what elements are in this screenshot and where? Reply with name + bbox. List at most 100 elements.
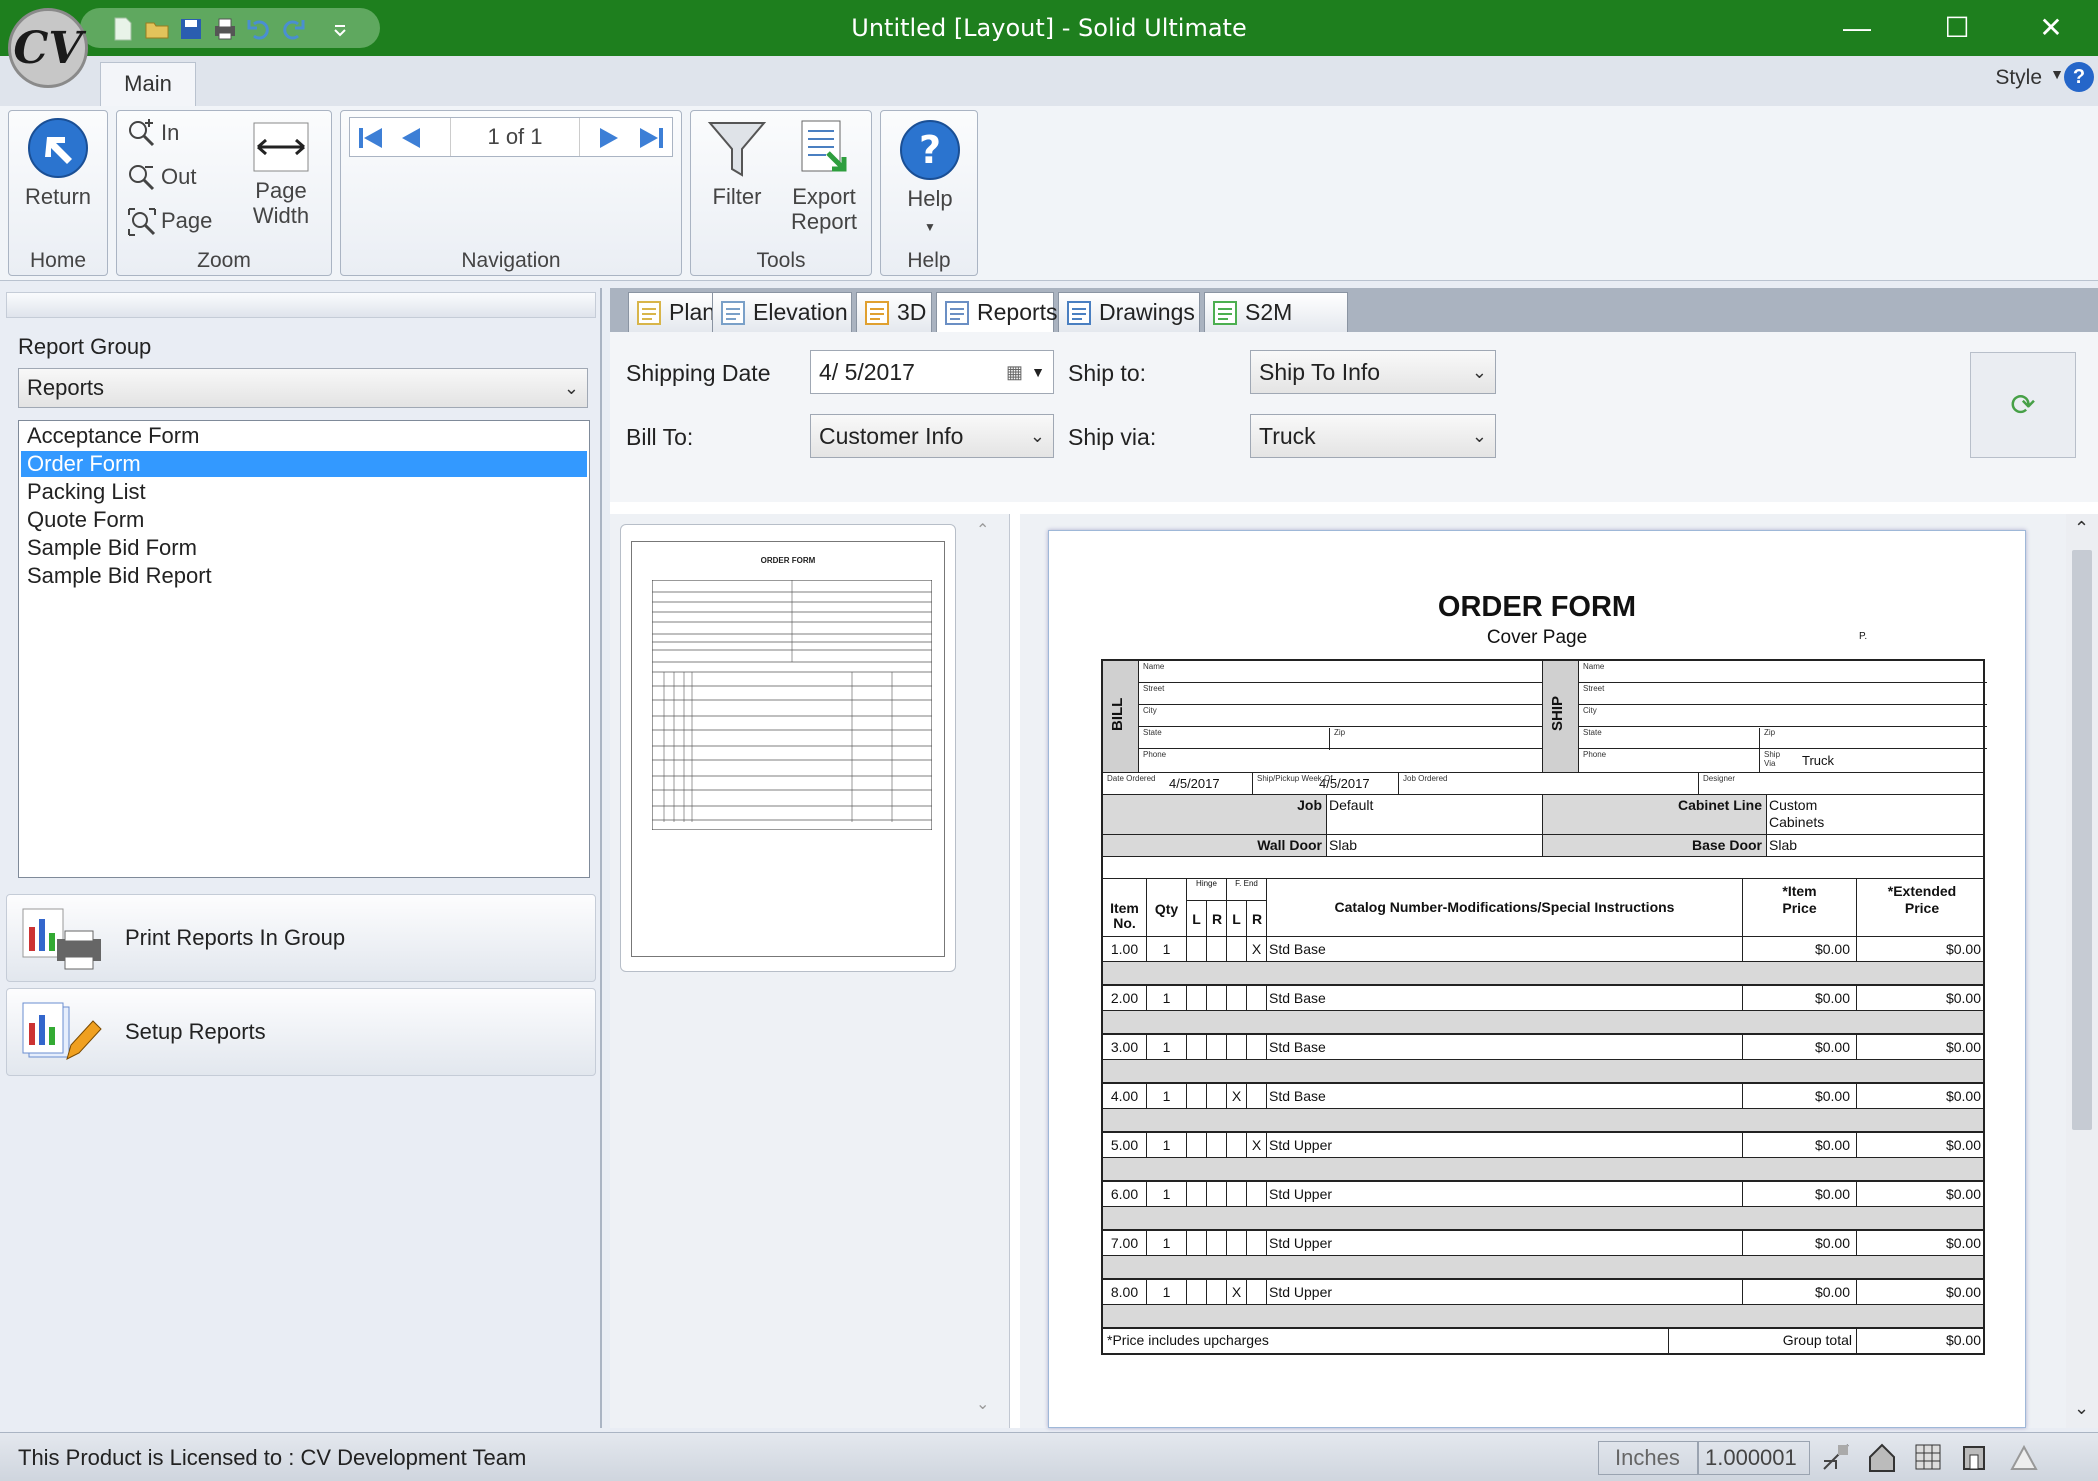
print-reports-in-group-button[interactable]: Print Reports In Group <box>6 894 596 982</box>
chevron-down-icon[interactable]: ▼ <box>1031 351 1045 393</box>
setup-reports-button[interactable]: Setup Reports <box>6 988 596 1076</box>
title-bar: Untitled [Layout] - Solid Ultimate — ☐ ✕ <box>0 0 2098 56</box>
item-cell-fl <box>1227 1231 1247 1255</box>
help-button[interactable]: ? Help ▼ <box>887 119 973 240</box>
group-label-home: Home <box>29 249 87 272</box>
ribbon-group-home: Return Home <box>8 110 108 276</box>
item-cell-fr: X <box>1247 1133 1267 1157</box>
export-report-button[interactable]: Export Report <box>781 119 867 234</box>
zoom-in-button[interactable]: In <box>127 117 179 149</box>
ribbon-group-navigation: 1 of 1 Navigation <box>340 110 682 276</box>
page-thumbnail[interactable]: ORDER FORM <box>620 524 956 972</box>
job-row: Job Default Cabinet Line Custom Cabinets <box>1103 795 1983 835</box>
item-cell-no: 3.00 <box>1103 1035 1147 1059</box>
item-cell-hr <box>1207 986 1227 1010</box>
item-cell-hr <box>1207 1035 1227 1059</box>
maximize-icon[interactable]: ☐ <box>1922 0 1992 56</box>
item-cell-ext: $0.00 <box>1945 1088 1981 1104</box>
scale-field[interactable]: 1.000001 <box>1698 1441 1810 1475</box>
item-detail-row <box>1103 1158 1983 1182</box>
chevron-down-icon: ⌄ <box>1471 426 1487 446</box>
ribbon-group-help: ? Help ▼ Help <box>880 110 978 276</box>
elevation-icon <box>721 301 745 325</box>
bill-section-label: BILL <box>1103 661 1139 772</box>
page-width-button[interactable]: Page Width <box>237 121 325 228</box>
order-form-table: BILL Name Street City State Zip Phone SHI… <box>1101 659 1987 1355</box>
item-detail-row <box>1103 1256 1983 1280</box>
units-field[interactable]: Inches <box>1598 1441 1698 1475</box>
preview-scrollbar[interactable]: ⌃ ⌄ <box>2066 514 2098 1428</box>
style-menu[interactable]: Style <box>1995 66 2042 90</box>
zoom-out-button[interactable]: Out <box>127 161 196 193</box>
report-list-item[interactable]: Quote Form <box>21 507 587 533</box>
report-list[interactable]: Acceptance Form Order Form Packing List Quo… <box>18 420 590 878</box>
item-header-row: Item No. Qty Hinge L R F. End L R Catalog… <box>1103 879 1983 937</box>
next-page-icon[interactable] <box>596 126 620 150</box>
report-list-item[interactable]: Packing List <box>21 479 587 505</box>
house-elevation-icon[interactable] <box>1866 1441 1898 1473</box>
thumb-scroll-up-icon[interactable]: ⌃ <box>976 520 989 540</box>
help-icon[interactable]: ? <box>2064 62 2094 92</box>
scroll-down-icon[interactable]: ⌄ <box>2074 1398 2089 1419</box>
item-rows: 1.00 1 X Std Base $0.00 $0.00 2.00 1 Std Base $0.… <box>1103 937 1983 1329</box>
svg-text:?: ? <box>919 128 941 172</box>
item-cell-qty: 1 <box>1147 937 1187 961</box>
table-row: 3.00 1 Std Base $0.00 $0.00 <box>1103 1035 1983 1060</box>
ribbon-group-zoom: In Out Page Page Width Zoom <box>116 110 332 276</box>
tab-drawings[interactable]: Drawings <box>1058 292 1200 332</box>
date-ordered-value: 4/5/2017 <box>1169 776 1220 791</box>
ship-via-dropdown[interactable]: Truck ⌄ <box>1250 414 1496 458</box>
group-label-help: Help <box>907 249 951 272</box>
item-cell-price: $0.00 <box>1743 986 1857 1010</box>
wall-icon[interactable] <box>1958 1441 1990 1473</box>
report-list-item[interactable]: Sample Bid Form <box>21 535 587 561</box>
item-cell-ext: $0.00 <box>1945 990 1981 1006</box>
return-button[interactable]: Return <box>15 117 101 209</box>
tab-s2m-center[interactable]: S2M Center <box>1204 292 1348 363</box>
close-icon[interactable]: ✕ <box>2016 0 2086 56</box>
item-cell-price: $0.00 <box>1743 1280 1857 1304</box>
snap-grid-icon[interactable] <box>1820 1441 1852 1473</box>
report-list-item[interactable]: Sample Bid Report <box>21 563 587 589</box>
grid-icon[interactable] <box>1912 1441 1944 1473</box>
app-logo[interactable]: CV <box>8 8 88 88</box>
previous-page-icon[interactable] <box>400 126 424 150</box>
scrollbar-thumb[interactable] <box>2072 550 2092 1130</box>
ship-to-dropdown[interactable]: Ship To Info ⌄ <box>1250 350 1496 394</box>
calendar-icon[interactable]: ▦ <box>1006 351 1023 393</box>
refresh-button[interactable]: ⟳ <box>1970 352 2076 458</box>
license-text: This Product is Licensed to : CV Develop… <box>18 1445 527 1470</box>
print-reports-icon <box>22 908 101 970</box>
item-cell-ext: $0.00 <box>1945 1235 1981 1251</box>
last-page-icon[interactable] <box>636 126 666 150</box>
help-question-icon: ? <box>900 120 960 180</box>
report-list-item[interactable]: Acceptance Form <box>21 423 587 449</box>
address-block: BILL Name Street City State Zip Phone SHI… <box>1103 661 1987 773</box>
table-row: 2.00 1 Std Base $0.00 $0.00 <box>1103 986 1983 1011</box>
ribbon: Return Home In Out Page Page Width Zoom 1… <box>0 106 2098 281</box>
ribbon-tab-strip <box>0 56 2098 106</box>
thumb-scroll-down-icon[interactable]: ⌄ <box>976 1394 989 1414</box>
tab-elevation[interactable]: Elevation <box>712 292 852 332</box>
item-cell-qty: 1 <box>1147 986 1187 1010</box>
triangle-icon[interactable] <box>2008 1441 2040 1473</box>
first-page-icon[interactable] <box>356 126 386 150</box>
chevron-down-icon[interactable]: ▼ <box>2050 66 2064 82</box>
item-cell-fr <box>1247 1231 1267 1255</box>
ribbon-tab-main[interactable]: Main <box>100 62 196 106</box>
tab-3d[interactable]: 3D <box>856 292 932 332</box>
minimize-icon[interactable]: — <box>1822 0 1892 56</box>
filter-button[interactable]: Filter <box>697 119 777 209</box>
page-indicator[interactable]: 1 of 1 <box>450 118 580 156</box>
tab-reports[interactable]: Reports <box>936 292 1058 332</box>
shipping-date-picker[interactable]: 4/ 5/2017 ▦ ▼ <box>810 350 1054 394</box>
scroll-up-icon[interactable]: ⌃ <box>2074 518 2089 539</box>
zoom-page-button[interactable]: Page <box>127 205 212 237</box>
return-arrow-icon <box>28 118 88 178</box>
tab-plan[interactable]: Plan <box>628 292 715 332</box>
report-list-item[interactable]: Order Form <box>21 451 587 477</box>
report-page: ORDER FORM Cover Page P. BILL Name Stree… <box>1048 530 2026 1428</box>
group-label-tools: Tools <box>756 249 806 272</box>
bill-to-dropdown[interactable]: Customer Info ⌄ <box>810 414 1054 458</box>
report-group-dropdown[interactable]: Reports ⌄ <box>18 368 588 408</box>
